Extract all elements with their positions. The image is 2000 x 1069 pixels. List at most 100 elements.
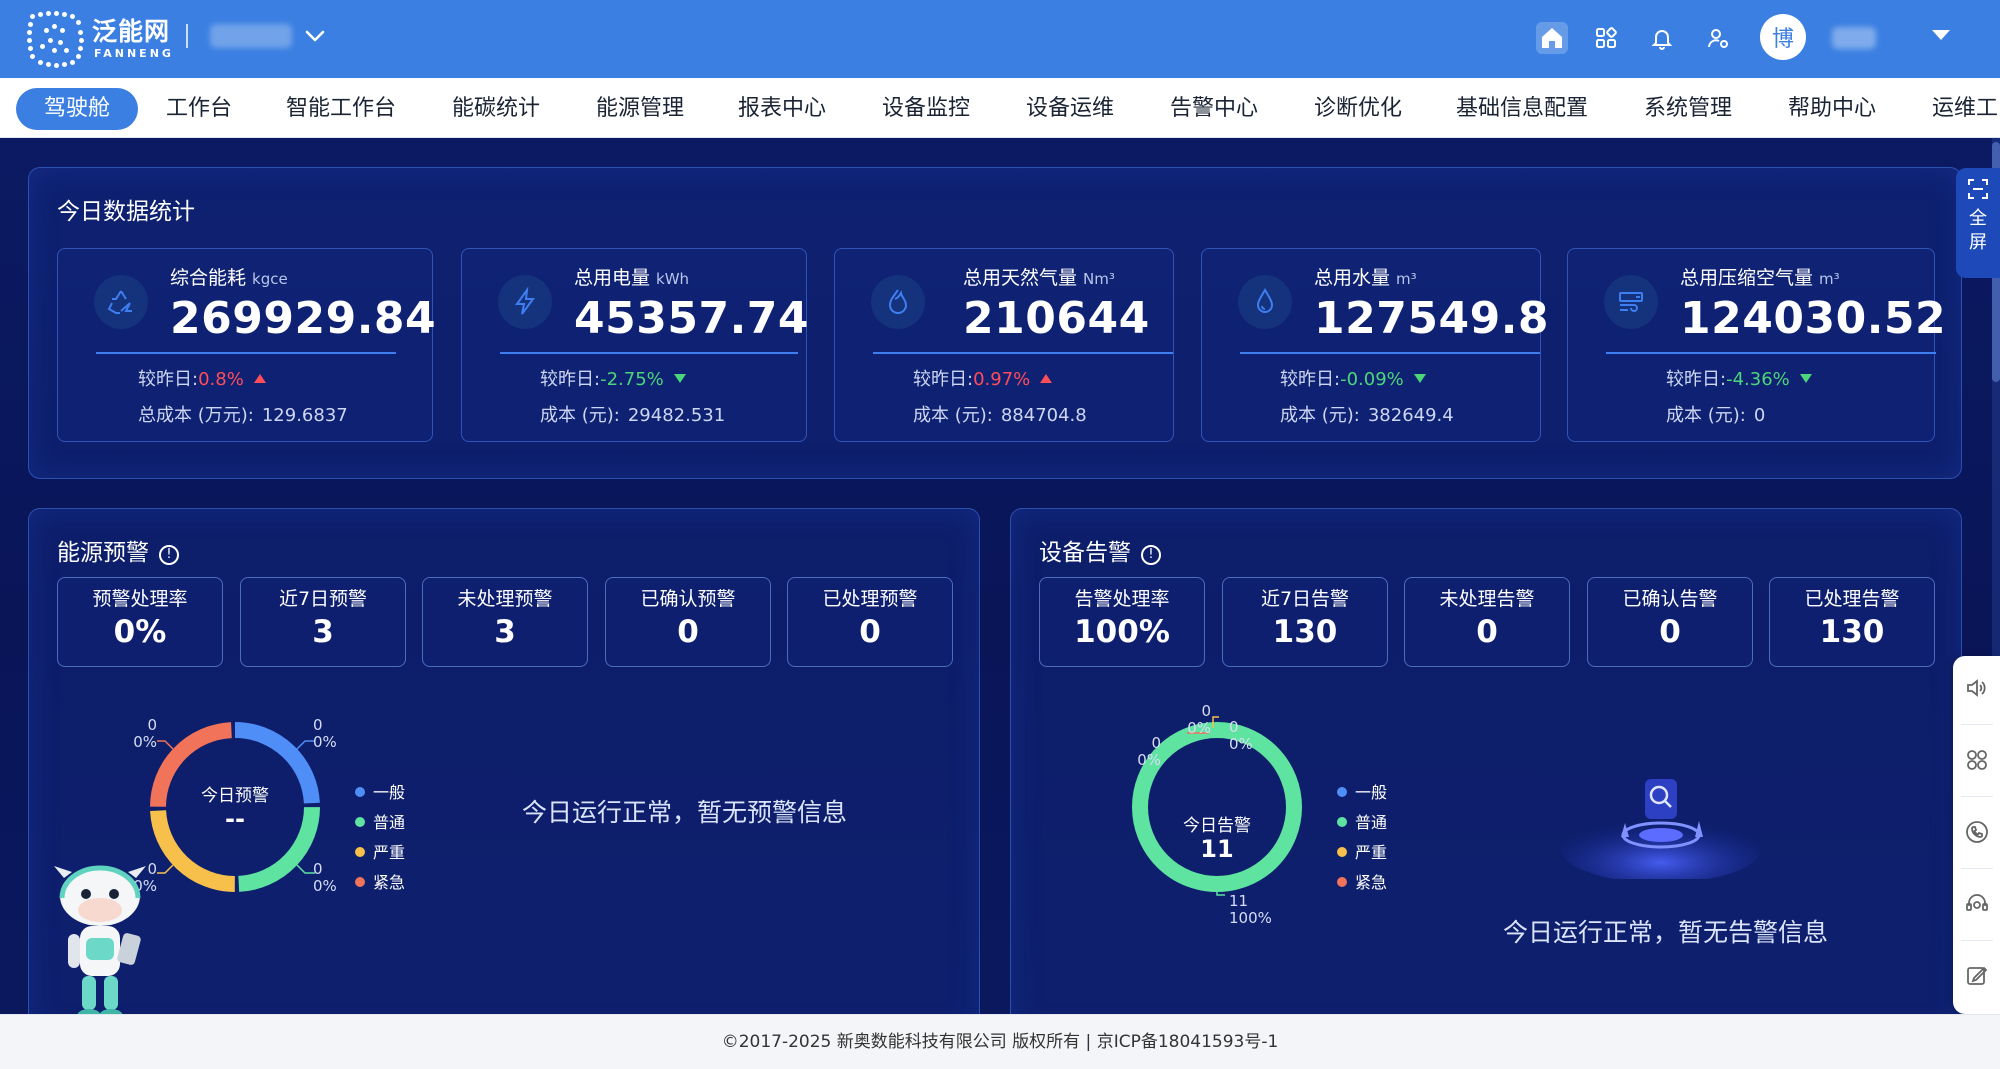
robot-assistant-icon[interactable] — [50, 856, 160, 1031]
cost-line: 成本 (元): 29482.531 — [540, 405, 726, 426]
cost-value: 382649.4 — [1367, 405, 1454, 426]
nav-item[interactable]: 驾驶舱 — [16, 88, 139, 130]
nav-item[interactable]: 基础信息配置 — [1428, 88, 1616, 130]
stat-card[interactable]: 总用天然气量 Nm³ 210644 较昨日:0.97% 成本 (元): 884704.8 — [834, 248, 1174, 442]
fullscreen-label-2: 屏 — [1969, 232, 1987, 253]
slice-label-top-2: 0 0% — [1229, 718, 1253, 753]
donut-center-value: 11 — [1200, 835, 1234, 863]
compare-yesterday: 较昨日:-2.75% — [540, 365, 686, 391]
compare-yesterday: 较昨日:-0.09% — [1280, 365, 1426, 391]
copyright-text: ©2017-2025 新奥数能科技有限公司 版权所有 | 京ICP备180415… — [721, 1032, 1279, 1052]
nav-item[interactable]: 告警中心 — [1142, 88, 1286, 130]
donut-center-value: -- — [225, 805, 245, 833]
logo-subtitle: FANNENG — [94, 47, 174, 60]
slice-label-top-right: 0 0% — [313, 716, 337, 751]
footer: ©2017-2025 新奥数能科技有限公司 版权所有 | 京ICP备180415… — [0, 1014, 2000, 1069]
recycle-icon — [94, 275, 148, 329]
stat-label: 总用压缩空气量 m³ — [1680, 267, 1840, 289]
legend-item[interactable]: 普通 — [1337, 809, 1387, 833]
stat-value: 127549.8 — [1314, 293, 1550, 344]
slice-label-top-1: 0 0% — [1187, 702, 1211, 737]
legend-item[interactable]: 紧急 — [1337, 869, 1387, 893]
legend-item[interactable]: 紧急 — [355, 869, 405, 893]
today-stats-panel: 今日数据统计 综合能耗 kgce 269929.84 较昨日:0.8% 总成本 (万元)… — [28, 167, 1962, 479]
legend-item[interactable]: 一般 — [1337, 779, 1387, 803]
nav-item[interactable]: 能碳统计 — [424, 88, 568, 130]
feedback-edit-icon[interactable] — [1963, 962, 1991, 990]
stat-card[interactable]: 综合能耗 kgce 269929.84 较昨日:0.8% 总成本 (万元): 129.68… — [57, 248, 437, 442]
nav-item[interactable]: 运维工... — [1904, 88, 2000, 130]
apps-grid-icon[interactable] — [1590, 22, 1622, 54]
legend-dot — [1337, 877, 1347, 887]
divider — [96, 352, 396, 354]
cost-value: 884704.8 — [1000, 405, 1087, 426]
username-blurred[interactable] — [1832, 27, 1876, 49]
compare-yesterday: 较昨日:0.97% — [913, 365, 1053, 391]
compare-yesterday: 较昨日:-4.36% — [1666, 365, 1812, 391]
main-nav: 驾驶舱 工作台 智能工作台 能碳统计 能源管理 报表中心 设备监控 设备运维 告警中心 诊断优化基… — [0, 78, 2000, 138]
stat-unit: kgce — [252, 270, 288, 288]
cost-value: 0 — [1753, 405, 1766, 426]
nav-item[interactable]: 诊断优化 — [1286, 88, 1430, 130]
nav-item[interactable]: 设备监控 — [854, 88, 998, 130]
compare-value: -4.36% — [1726, 369, 1790, 390]
app-launcher-icon[interactable] — [1963, 746, 1991, 774]
legend-item[interactable]: 普通 — [355, 809, 405, 833]
no-alarm-message: 今日运行正常，暂无告警信息 — [1503, 918, 1829, 947]
nav-item[interactable]: 系统管理 — [1616, 88, 1760, 130]
fanneng-logo-icon[interactable] — [26, 10, 84, 68]
legend-item[interactable]: 严重 — [355, 839, 405, 863]
energy-warning-donut — [150, 722, 320, 892]
trend-down-icon — [1413, 374, 1426, 383]
legend-dot — [1337, 847, 1347, 857]
nav-item[interactable]: 设备运维 — [998, 88, 1142, 130]
compare-value: 0.97% — [973, 369, 1031, 390]
stat-label: 综合能耗 kgce — [170, 267, 288, 289]
cost-line: 成本 (元): 0 — [1666, 405, 1766, 426]
legend-item[interactable]: 严重 — [1337, 839, 1387, 863]
customer-service-icon[interactable] — [1963, 890, 1991, 918]
legend-dot — [355, 877, 365, 887]
compare-value: -2.75% — [600, 369, 664, 390]
panel-title: 今日数据统计 — [57, 199, 195, 225]
stat-label: 总用水量 m³ — [1314, 267, 1417, 289]
water-drop-icon — [1238, 275, 1292, 329]
stat-card[interactable]: 总用电量 kWh 45357.74 较昨日:-2.75% 成本 (元): 29482.53… — [461, 248, 809, 442]
phone-icon[interactable] — [1963, 818, 1991, 846]
trend-up-icon — [253, 374, 266, 383]
trend-down-icon — [1799, 374, 1812, 383]
donut-center-title: 今日告警 — [1183, 816, 1251, 836]
nav-item[interactable]: 智能工作台 — [258, 88, 424, 130]
logo-divider — [186, 24, 188, 48]
nav-item[interactable]: 能源管理 — [568, 88, 712, 130]
stat-unit: m³ — [1819, 270, 1840, 288]
logo-name: 泛能网 — [92, 17, 171, 46]
cost-value: 129.6837 — [261, 405, 348, 426]
stat-card[interactable]: 总用压缩空气量 m³ 124030.52 较昨日:-4.36% 成本 (元): 0 — [1567, 248, 1946, 442]
nav-item[interactable]: 帮助中心 — [1760, 88, 1904, 130]
legend-dot — [355, 817, 365, 827]
fullscreen-button[interactable]: 全 屏 — [1956, 168, 2000, 278]
user-avatar[interactable]: 博 — [1760, 14, 1806, 60]
caret-down-icon[interactable] — [1932, 30, 1950, 40]
user-settings-icon[interactable] — [1702, 22, 1734, 54]
donut-center-title: 今日预警 — [201, 786, 269, 806]
legend-dot — [355, 787, 365, 797]
bell-icon[interactable] — [1646, 22, 1678, 54]
chevron-down-icon[interactable] — [304, 25, 326, 47]
legend-item[interactable]: 一般 — [355, 779, 405, 803]
compare-value: -0.09% — [1340, 369, 1404, 390]
stat-label: 总用天然气量 Nm³ — [963, 267, 1115, 289]
side-toolbar — [1953, 656, 2000, 1014]
energy-warning-panel: 能源预警! 预警处理率 0% 近7日预警 3 未处理预警 3 已确认预警 0 已处理预警 0 今日… — [28, 508, 980, 1014]
compare-value: 0.8% — [198, 369, 244, 390]
home-icon[interactable] — [1536, 22, 1568, 54]
speaker-icon[interactable] — [1963, 674, 1991, 702]
tenant-selector-blurred[interactable] — [210, 24, 292, 48]
nav-item[interactable]: 工作台 — [138, 88, 260, 130]
fullscreen-icon — [1968, 179, 1988, 199]
leader-line — [157, 740, 174, 750]
stat-card[interactable]: 总用水量 m³ 127549.8 较昨日:-0.09% 成本 (元): 382649.4 — [1201, 248, 1549, 442]
nav-item[interactable]: 报表中心 — [710, 88, 854, 130]
stat-value: 269929.84 — [170, 293, 437, 344]
